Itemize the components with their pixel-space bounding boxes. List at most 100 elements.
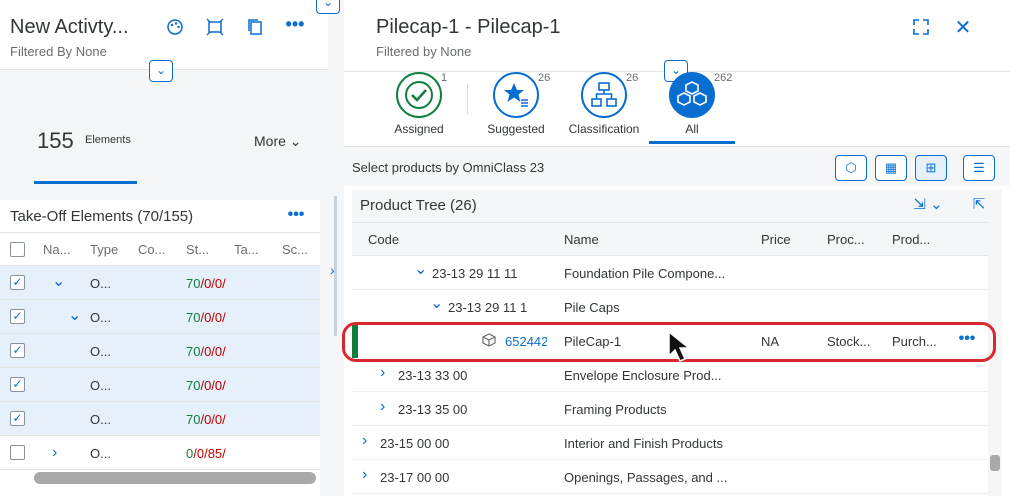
row-checkbox[interactable]: ✓: [10, 309, 25, 324]
select-label: Select products by OmniClass 23: [352, 160, 545, 175]
row-status: 70/0/0/: [186, 412, 226, 427]
chevron-down-icon: ⌄: [289, 133, 302, 149]
tab-classification-circle[interactable]: [581, 72, 627, 118]
right-title: Pilecap-1 - Pilecap-1: [376, 16, 561, 38]
product-tree-row[interactable]: › 23-17 00 00 Openings, Passages, and ...: [352, 460, 988, 494]
tab-divider: [467, 84, 468, 114]
chevron-down-icon[interactable]: ⌄: [68, 305, 81, 325]
row-checkbox[interactable]: ✓: [10, 377, 25, 392]
more-dropdown[interactable]: More ⌄: [254, 133, 302, 150]
tab-all-underline: [649, 141, 735, 144]
tree-view-icon[interactable]: ⊞: [915, 155, 947, 181]
mouse-cursor-icon: [666, 330, 700, 369]
product-code: 23-13 33 00: [398, 368, 468, 383]
close-icon[interactable]: ✕: [952, 15, 974, 40]
tab-classification-label[interactable]: Classification: [559, 122, 649, 136]
fit-image-icon[interactable]: [204, 18, 226, 40]
row-checkbox[interactable]: ✓: [10, 275, 25, 290]
tab-suggested-label[interactable]: Suggested: [471, 122, 561, 136]
row-status: 70/0/0/: [186, 344, 226, 359]
chevron-down-icon[interactable]: ⌄: [52, 271, 65, 291]
col-name[interactable]: Na...: [43, 242, 70, 257]
col-proc[interactable]: Proc...: [827, 232, 865, 247]
product-tree-row[interactable]: › 23-15 00 00 Interior and Finish Products: [352, 426, 988, 460]
expand-tree-icon[interactable]: ⇲ ⌄: [908, 195, 948, 213]
takeoff-row[interactable]: ✓ O... 70/0/0/: [0, 334, 320, 368]
row-checkbox[interactable]: ✓: [10, 343, 25, 358]
takeoff-row[interactable]: ✓ ⌄ O... 70/0/0/: [0, 266, 320, 300]
tab-all-label[interactable]: All: [647, 122, 737, 136]
row-checkbox[interactable]: [10, 445, 25, 460]
palette-icon[interactable]: [164, 18, 186, 40]
product-code: 23-17 00 00: [380, 470, 450, 485]
row-type: O...: [90, 310, 111, 325]
tab-assigned-label[interactable]: Assigned: [374, 122, 464, 136]
takeoff-row[interactable]: › O... 0/0/85/: [0, 436, 320, 470]
chevron-down-icon[interactable]: ⌄: [430, 293, 443, 313]
add-cube-icon[interactable]: ⬡: [835, 155, 867, 181]
cubes-icon: [677, 81, 707, 106]
takeoff-row[interactable]: ✓ O... 70/0/0/: [0, 368, 320, 402]
product-tree-row[interactable]: › 23-13 35 00 Framing Products: [352, 392, 988, 426]
tab-suggested-circle[interactable]: [493, 72, 539, 118]
product-code: 23-15 00 00: [380, 436, 450, 451]
chevron-right-icon[interactable]: ›: [380, 398, 385, 416]
row-status: 70/0/0/: [186, 310, 226, 325]
grid-view-icon[interactable]: ▦: [875, 155, 907, 181]
horizontal-scrollbar[interactable]: [34, 472, 316, 484]
left-title: New Activty...: [10, 16, 129, 38]
fullscreen-icon[interactable]: [910, 18, 932, 40]
select-all-checkbox[interactable]: [10, 242, 25, 257]
row-checkbox[interactable]: ✓: [10, 411, 25, 426]
status-green: 70: [186, 412, 201, 427]
chevron-right-icon[interactable]: ›: [362, 466, 367, 484]
row-status: 70/0/0/: [186, 378, 226, 393]
chevron-right-icon[interactable]: ›: [362, 432, 367, 450]
collapse-header-button[interactable]: ⌄: [149, 60, 173, 82]
product-code: 23-13 29 11 11: [432, 266, 518, 281]
tab-all-circle[interactable]: [669, 72, 715, 118]
tab-classification-count: 26: [626, 72, 639, 84]
chevron-right-icon[interactable]: ›: [52, 444, 57, 462]
col-co[interactable]: Co...: [138, 242, 165, 257]
col-ta[interactable]: Ta...: [234, 242, 259, 257]
copy-icon[interactable]: [244, 18, 266, 40]
row-type: O...: [90, 412, 111, 427]
col-status[interactable]: St...: [186, 242, 209, 257]
col-price[interactable]: Price: [761, 232, 791, 247]
col-sc[interactable]: Sc...: [282, 242, 308, 257]
takeoff-row[interactable]: ✓ O... 70/0/0/: [0, 402, 320, 436]
product-tree-header: Product Tree (26) ⇲ ⌄ ⇱: [352, 190, 1002, 222]
col-code[interactable]: Code: [368, 232, 399, 247]
status-rest: /0/0/: [200, 378, 226, 393]
right-subtitle: Filtered by None: [376, 44, 472, 59]
takeoff-header-row: Na... Type Co... St... Ta... Sc...: [0, 232, 320, 266]
product-tree-row[interactable]: ⌄ 23-13 29 11 1 Pile Caps: [352, 290, 988, 324]
count-tab-underline: [34, 181, 137, 184]
col-prod[interactable]: Prod...: [892, 232, 930, 247]
chevron-right-icon[interactable]: ›: [380, 364, 385, 382]
tab-assigned-circle[interactable]: [396, 72, 442, 118]
col-name[interactable]: Name: [564, 232, 599, 247]
product-name: Foundation Pile Compone...: [564, 266, 726, 281]
status-green: 70: [186, 344, 201, 359]
expand-top-button[interactable]: ⌄: [316, 0, 340, 14]
product-name: Interior and Finish Products: [564, 436, 723, 451]
row-type: O...: [90, 378, 111, 393]
chevron-down-icon[interactable]: ⌄: [414, 259, 427, 279]
col-type[interactable]: Type: [90, 242, 118, 257]
star-list-icon: [504, 83, 528, 107]
check-circle-icon: [405, 81, 433, 109]
element-count-label: Elements: [85, 134, 131, 146]
hierarchy-icon: [591, 82, 617, 107]
collapse-tree-icon[interactable]: ⇱: [968, 195, 990, 213]
list-view-icon[interactable]: ☰: [963, 155, 995, 181]
status-green: 70: [186, 276, 201, 291]
takeoff-more-icon[interactable]: •••: [284, 206, 308, 224]
takeoff-row[interactable]: ✓ ⌄ O... 70/0/0/: [0, 300, 320, 334]
row-type: O...: [90, 276, 111, 291]
chevron-right-icon[interactable]: ›: [330, 262, 335, 278]
product-tree-row[interactable]: ⌄ 23-13 29 11 11 Foundation Pile Compone..…: [352, 256, 988, 290]
vertical-scrollbar-thumb[interactable]: [990, 455, 1000, 471]
more-icon[interactable]: •••: [284, 14, 306, 35]
